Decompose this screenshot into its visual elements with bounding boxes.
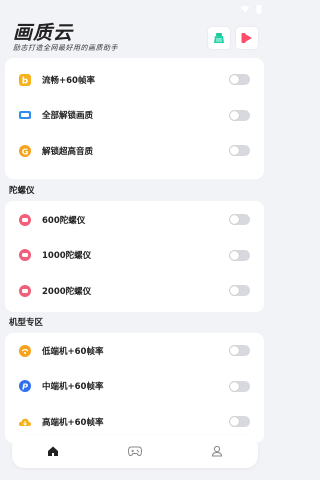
nav-home[interactable] bbox=[38, 437, 68, 467]
box-icon bbox=[17, 107, 33, 123]
wifi-icon bbox=[240, 5, 250, 13]
broom-icon bbox=[213, 29, 225, 48]
header-actions bbox=[208, 27, 258, 49]
toggle-switch[interactable] bbox=[229, 214, 250, 226]
status-bar bbox=[0, 0, 270, 18]
video-button[interactable] bbox=[236, 27, 258, 49]
item-label: 低端机+60帧率 bbox=[42, 346, 104, 357]
wifi-badge-icon bbox=[17, 343, 33, 359]
cloud-icon bbox=[17, 414, 33, 430]
item-label: 2000陀螺仪 bbox=[42, 286, 92, 297]
item-label: 1000陀螺仪 bbox=[42, 251, 92, 262]
svg-text:P: P bbox=[22, 383, 28, 392]
play-icon bbox=[241, 29, 253, 48]
app-subtitle: 励志打造全网最好用的画质助手 bbox=[13, 44, 118, 52]
gamepad-icon bbox=[127, 442, 143, 461]
g-coin-icon: G bbox=[17, 143, 33, 159]
p-badge-icon: P bbox=[17, 378, 33, 394]
toggle-switch[interactable] bbox=[229, 74, 250, 86]
b-badge-icon: b bbox=[17, 72, 33, 88]
clean-button[interactable] bbox=[208, 27, 230, 49]
svg-text:b: b bbox=[22, 76, 29, 86]
gyro-card: 600陀螺仪 1000陀螺仪 2000陀螺仪 bbox=[5, 201, 264, 312]
list-item: 1000陀螺仪 bbox=[5, 238, 264, 274]
section-title: 陀螺仪 bbox=[9, 186, 35, 196]
nav-game[interactable] bbox=[120, 437, 150, 467]
toggle-switch[interactable] bbox=[229, 109, 250, 121]
list-item: b 流畅+60帧率 bbox=[5, 62, 264, 98]
list-item: P 中端机+60帧率 bbox=[5, 369, 264, 405]
toggle-switch[interactable] bbox=[229, 249, 250, 261]
svg-text:G: G bbox=[22, 147, 29, 156]
item-label: 流畅+60帧率 bbox=[42, 75, 95, 86]
item-label: 高端机+60帧率 bbox=[42, 417, 104, 428]
item-label: 600陀螺仪 bbox=[42, 215, 86, 226]
toggle-switch[interactable] bbox=[229, 380, 250, 392]
profile-icon bbox=[211, 442, 223, 461]
app-title: 画质云 bbox=[13, 22, 74, 44]
toggle-switch[interactable] bbox=[229, 285, 250, 297]
toggle-switch[interactable] bbox=[229, 345, 250, 357]
list-item: G 解锁超高音质 bbox=[5, 133, 264, 169]
nav-profile[interactable] bbox=[202, 437, 232, 467]
list-item: 600陀螺仪 bbox=[5, 202, 264, 238]
app-header: 画质云 励志打造全网最好用的画质助手 bbox=[0, 18, 270, 58]
gyro-icon bbox=[17, 247, 33, 263]
list-item: 低端机+60帧率 bbox=[5, 333, 264, 369]
quality-card: b 流畅+60帧率 全部解锁画质 G 解锁超高音质 bbox=[5, 58, 264, 179]
section-title: 机型专区 bbox=[9, 318, 44, 328]
item-label: 全部解锁画质 bbox=[42, 111, 94, 122]
item-label: 中端机+60帧率 bbox=[42, 382, 104, 393]
bottom-nav bbox=[12, 435, 258, 468]
device-card: 低端机+60帧率 P 中端机+60帧率 高端机+60帧率 bbox=[5, 333, 264, 443]
list-item: 全部解锁画质 bbox=[5, 98, 264, 134]
toggle-switch[interactable] bbox=[229, 416, 250, 428]
home-icon bbox=[47, 442, 59, 461]
list-item: 2000陀螺仪 bbox=[5, 273, 264, 309]
toggle-switch[interactable] bbox=[229, 145, 250, 157]
item-label: 解锁超高音质 bbox=[42, 146, 94, 157]
gyro-icon bbox=[17, 212, 33, 228]
gyro-icon bbox=[17, 283, 33, 299]
battery-icon bbox=[256, 4, 262, 14]
